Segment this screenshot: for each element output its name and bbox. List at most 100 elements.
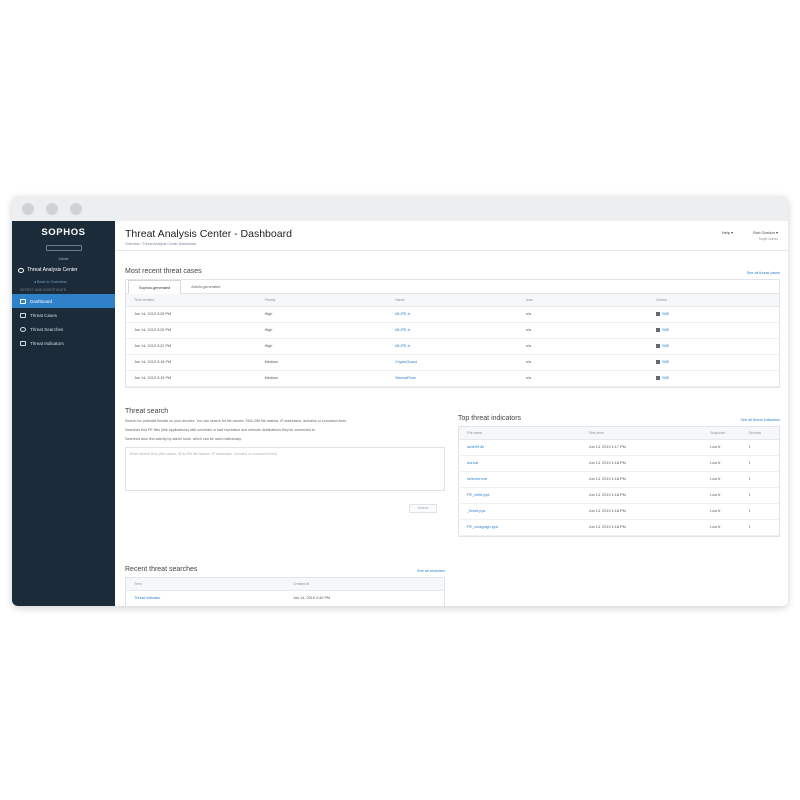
device-link[interactable]: B55 [648, 306, 779, 323]
product-switcher[interactable] [45, 245, 82, 251]
table-row[interactable]: Jun 14, 2019 3:15 PM Medium WannaPeas n/… [126, 370, 779, 387]
device-label: B55 [662, 376, 670, 380]
column-header[interactable]: Priority [256, 294, 388, 307]
case-name-link[interactable]: ML/PE-A [387, 338, 518, 355]
sidebar-item-threat-searches[interactable]: Threat Searches [12, 322, 115, 336]
device-icon [656, 376, 661, 380]
see-all-threat-cases-link[interactable]: See all threat cases [747, 271, 780, 275]
device-link[interactable]: B55 [648, 354, 779, 371]
indicator-file-link[interactable]: selector.exe [459, 471, 581, 488]
cell-suspicion: Low 6 [702, 455, 741, 472]
table-row[interactable]: PE_cmagnigh.pyd Jun 14, 2019 1:18 PM Low… [459, 519, 779, 536]
page-title: Threat Analysis Center - Dashboard [125, 228, 292, 240]
table-row[interactable]: _flchet.pyd Jun 14, 2019 1:18 PM Low 6 1 [459, 503, 779, 520]
section-title: Most recent threat cases [125, 268, 202, 275]
search-description: Search for potential threats on your dev… [125, 419, 348, 423]
cell-first-seen: Jun 14, 2019 1:18 PM [580, 503, 703, 520]
cell-suspicion: Low 6 [702, 439, 741, 456]
indicator-file-link[interactable]: _flchet.pyd [459, 503, 581, 520]
cell-devices[interactable]: 1 [740, 519, 779, 536]
case-name-link[interactable]: WannaPeas [387, 370, 518, 387]
cell-devices[interactable]: 1 [740, 439, 779, 456]
table-row[interactable]: Jun 14, 2019 3:22 PM High ML/PE-A n/a B5… [126, 338, 779, 355]
cell-priority: High [256, 306, 388, 323]
indicator-file-link[interactable]: lavie09.dll [459, 439, 581, 456]
cell-user: n/a [517, 370, 649, 387]
table-row[interactable]: Jun 14, 2019 3:28 PM High ML/PE-A n/a B5… [126, 306, 779, 323]
case-name-link[interactable]: ML/PE-A [387, 322, 518, 339]
see-all-searches-link[interactable]: See all searches [417, 569, 445, 573]
search-term-link[interactable]: Threat indicator [126, 590, 285, 606]
column-header[interactable]: Time created [126, 294, 257, 307]
sidebar-item-threat-cases[interactable]: Threat Cases [12, 308, 115, 322]
cell-devices[interactable]: 1 [740, 455, 779, 472]
indicator-file-link[interactable]: PE_cmagnigh.pyd [459, 519, 581, 536]
threat-cases-table: Time created Priority Name User Device J… [126, 294, 779, 387]
recent-searches-table: Term Created at Threat indicator Jun 14,… [126, 578, 444, 606]
see-all-threat-indicators-link[interactable]: See all threat indicators [740, 418, 780, 422]
search-description: Searches find PE files (like application… [125, 428, 316, 432]
device-label: B55 [662, 328, 670, 332]
cell-user: n/a [517, 354, 649, 371]
column-header[interactable]: Devices [740, 427, 779, 440]
table-row[interactable]: Jun 14, 2019 3:25 PM High ML/PE-A n/a B5… [126, 322, 779, 339]
case-name-link[interactable]: CryptoGuard [387, 354, 518, 371]
column-header[interactable]: Created at [285, 578, 444, 591]
sidebar-section-label: Threat Analysis Center [27, 267, 78, 273]
top-threat-indicators: Top threat indicators See all threat ind… [458, 408, 780, 537]
cell-devices[interactable]: 1 [740, 471, 779, 488]
sidebar-item-dashboard[interactable]: Dashboard [12, 294, 115, 308]
column-header[interactable]: First seen [580, 427, 703, 440]
column-header[interactable]: User [517, 294, 649, 307]
column-header[interactable]: Term [126, 578, 285, 591]
cell-first-seen: Jun 14, 2019 1:18 PM [580, 487, 703, 504]
device-link[interactable]: B55 [648, 338, 779, 355]
sidebar-section-threat-analysis[interactable]: Threat Analysis Center [12, 263, 115, 277]
search-button[interactable]: Search [409, 504, 437, 513]
column-header[interactable]: Suspicion [702, 427, 741, 440]
window-maximize-button[interactable] [70, 202, 82, 215]
sidebar-item-label: Threat Searches [30, 326, 64, 332]
table-row[interactable]: Jun 14, 2019 3:18 PM Medium CryptoGuard … [126, 354, 779, 371]
window-close-button[interactable] [22, 202, 34, 215]
back-to-overview-link[interactable]: ◂ Back to Overview [12, 277, 115, 287]
column-header[interactable]: Name [387, 294, 518, 307]
device-link[interactable]: B55 [648, 370, 779, 387]
threat-analysis-icon [18, 267, 24, 273]
column-header[interactable]: Device [648, 294, 779, 307]
cell-suspicion: Low 6 [702, 487, 741, 504]
table-row[interactable]: Threat indicator Jun 14, 2019 2:40 PM [126, 590, 444, 606]
tab-admin-generated[interactable]: Admin-generated [181, 280, 230, 293]
case-name-link[interactable]: ML/PE-A [387, 306, 518, 323]
tab-sophos-generated[interactable]: Sophos-generated [128, 280, 182, 294]
device-icon [656, 360, 661, 364]
user-menu[interactable]: Rob Gordon ▾ Super Admin [753, 230, 778, 250]
device-link[interactable]: B55 [648, 322, 779, 339]
main-content: Threat Analysis Center - Dashboard Overv… [115, 221, 788, 606]
table-row[interactable]: PE_vnfel.pyd Jun 14, 2019 1:18 PM Low 6 … [459, 487, 779, 504]
device-label: B55 [662, 360, 670, 364]
help-menu[interactable]: Help ▾ [722, 230, 733, 250]
cell-devices[interactable]: 1 [740, 503, 779, 520]
table-row[interactable]: lavie09.dll Jun 14, 2019 1:17 PM Low 6 1 [459, 439, 779, 456]
cell-time: Jun 14, 2019 3:25 PM [126, 322, 257, 339]
sidebar-item-label: Threat Indicators [30, 340, 64, 346]
indicator-file-link[interactable]: PE_vnfel.pyd [459, 487, 581, 504]
breadcrumb[interactable]: Overview / Threat Analysis Center Dashbo… [125, 242, 292, 246]
device-icon [656, 312, 661, 316]
cell-time: Jun 14, 2019 3:15 PM [126, 370, 257, 387]
cell-user: n/a [517, 338, 649, 355]
app-window: SOPHOS Admin Threat Analysis Center ◂ Ba… [12, 196, 788, 606]
cell-user: n/a [517, 322, 649, 339]
cell-devices[interactable]: 1 [740, 487, 779, 504]
indicator-file-link[interactable]: lea.bat [459, 455, 581, 472]
column-header[interactable]: File name [459, 427, 581, 440]
search-input[interactable]: Enter search term (file names, SHA-256 f… [125, 447, 445, 491]
cell-first-seen: Jun 14, 2019 1:18 PM [580, 471, 703, 488]
cell-first-seen: Jun 14, 2019 1:18 PM [580, 519, 703, 536]
window-minimize-button[interactable] [46, 202, 58, 215]
table-row[interactable]: selector.exe Jun 14, 2019 1:18 PM Low 6 … [459, 471, 779, 488]
table-row[interactable]: lea.bat Jun 14, 2019 1:18 PM Low 6 1 [459, 455, 779, 472]
sidebar-item-threat-indicators[interactable]: Threat Indicators [12, 336, 115, 350]
sidebar: SOPHOS Admin Threat Analysis Center ◂ Ba… [12, 221, 115, 606]
